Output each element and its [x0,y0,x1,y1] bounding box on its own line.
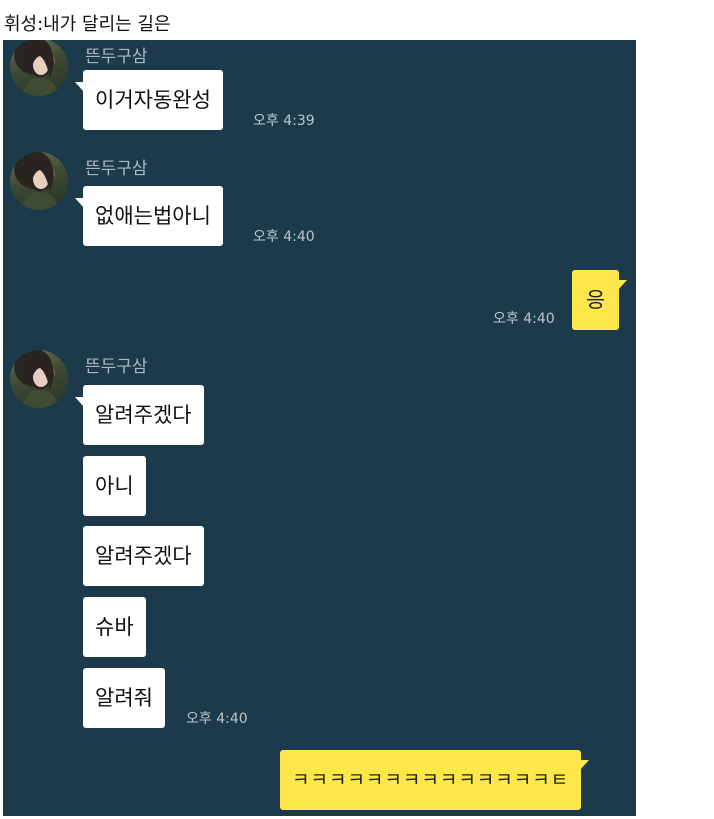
message-timestamp: 오후 4:39 [253,113,315,129]
contact-name: 뜬두구삼 [85,47,148,67]
contact-avatar[interactable] [10,350,68,408]
my-message-bubble[interactable]: 응 [572,270,628,330]
message-bubble[interactable]: 알려줘 [83,668,165,728]
message-timestamp: 오후 4:40 [253,229,315,245]
contact-name: 뜬두구삼 [85,159,148,179]
message-bubble[interactable]: 아니 [83,456,146,516]
profile-photo-icon [20,358,60,408]
message-timestamp: 오후 4:40 [186,711,248,727]
message-bubble[interactable]: 슈바 [83,597,146,657]
contact-avatar[interactable] [10,152,68,210]
chat-window[interactable]: 뜬두구삼 이거자동완성 오후 4:39 뜬두구삼 없애는법아니 오후 4:40 … [3,40,636,816]
profile-photo-icon [20,160,60,210]
profile-photo-icon [20,46,60,96]
message-bubble[interactable]: 알려주겠다 [75,385,204,445]
contact-name: 뜬두구삼 [85,357,148,377]
screenshot-page: 휘성:내가 달리는 길은 뜬두구삼 이거자동완성 오후 4:39 뜬두구삼 없애… [0,0,714,819]
message-bubble[interactable]: 알려주겠다 [83,526,204,586]
contact-avatar[interactable] [10,40,68,96]
message-bubble[interactable]: 이거자동완성 [75,70,223,130]
message-timestamp: 오후 4:40 [493,311,555,327]
post-caption: 휘성:내가 달리는 길은 [4,14,171,35]
my-message-bubble[interactable]: ㅋㅋㅋㅋㅋㅋㅋㅋㅋㅋㅋㅋㅋㅋㅌ [280,750,590,810]
message-bubble[interactable]: 없애는법아니 [75,186,223,246]
